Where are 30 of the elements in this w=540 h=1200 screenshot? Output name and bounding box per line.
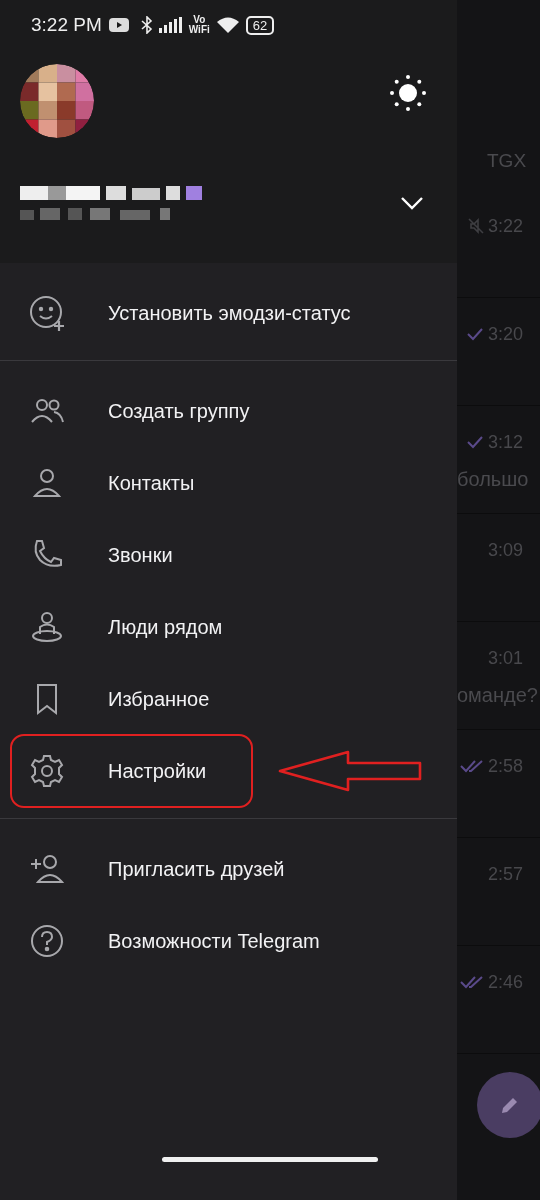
gear-icon (28, 752, 66, 790)
menu-item[interactable]: Пригласить друзей (0, 833, 457, 905)
menu-item[interactable]: Избранное (0, 663, 457, 735)
menu-item[interactable]: Звонки (0, 519, 457, 591)
check-icon (466, 327, 484, 341)
battery-indicator: 62 (245, 15, 275, 35)
message-preview: оманде? (457, 684, 539, 707)
signal-icon (158, 17, 183, 33)
double-check-icon (460, 759, 484, 773)
pencil-icon (500, 1095, 520, 1115)
wifi-icon (215, 16, 240, 34)
sun-icon[interactable] (389, 74, 427, 112)
menu-item[interactable]: Настройки (0, 735, 457, 807)
status-time: 3:22 PM (31, 14, 102, 36)
menu-item[interactable]: Возможности Telegram (0, 905, 457, 977)
chat-title: TGX (487, 150, 527, 172)
menu-item[interactable]: Установить эмодзи-статус (0, 277, 457, 349)
check-icon (466, 435, 484, 449)
vowifi-indicator: Vo WiFi (188, 15, 210, 35)
chevron-down-icon[interactable] (400, 196, 424, 210)
message-preview: большо (457, 468, 530, 491)
video-play-icon (108, 18, 129, 32)
help-icon (28, 922, 66, 960)
muted-icon (468, 218, 484, 234)
smile-icon (28, 294, 66, 332)
menu-item[interactable]: Люди рядом (0, 591, 457, 663)
menu-item[interactable]: Контакты (0, 447, 457, 519)
menu-item[interactable]: Создать группу (0, 375, 457, 447)
double-check-icon (460, 975, 484, 989)
bluetooth-icon (140, 16, 153, 34)
